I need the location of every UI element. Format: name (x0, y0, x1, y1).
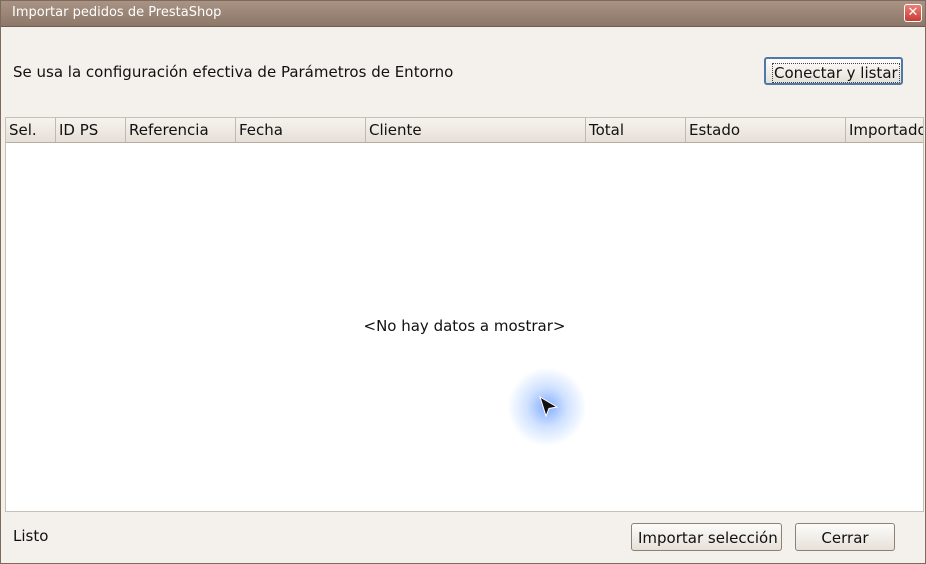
import-selection-button[interactable]: Importar selección (631, 523, 782, 551)
import-orders-window: Importar pedidos de PrestaShop ✕ Se usa … (0, 0, 926, 564)
connect-and-list-label: Conectar y listar (772, 63, 900, 83)
orders-table[interactable]: Sel. ID PS Referencia Fecha Cliente Tota… (5, 117, 924, 512)
column-header-id-ps[interactable]: ID PS (56, 118, 126, 142)
column-header-fecha[interactable]: Fecha (236, 118, 366, 142)
mouse-pointer-icon (539, 395, 559, 418)
close-button[interactable]: Cerrar (795, 523, 895, 551)
column-header-importado[interactable]: Importado (846, 118, 923, 142)
table-header: Sel. ID PS Referencia Fecha Cliente Tota… (6, 118, 923, 143)
column-header-cliente[interactable]: Cliente (366, 118, 586, 142)
status-label: Listo (13, 527, 49, 545)
empty-table-message: <No hay datos a mostrar> (363, 317, 566, 335)
column-header-sel[interactable]: Sel. (6, 118, 56, 142)
connect-and-list-button[interactable]: Conectar y listar (764, 57, 903, 85)
window-title: Importar pedidos de PrestaShop (12, 5, 222, 20)
title-bar[interactable]: Importar pedidos de PrestaShop ✕ (1, 1, 925, 27)
column-header-total[interactable]: Total (586, 118, 686, 142)
column-header-referencia[interactable]: Referencia (126, 118, 236, 142)
config-info-text: Se usa la configuración efectiva de Pará… (13, 63, 454, 81)
close-icon: ✕ (907, 5, 919, 20)
column-header-estado[interactable]: Estado (686, 118, 846, 142)
close-window-button[interactable]: ✕ (904, 4, 922, 22)
